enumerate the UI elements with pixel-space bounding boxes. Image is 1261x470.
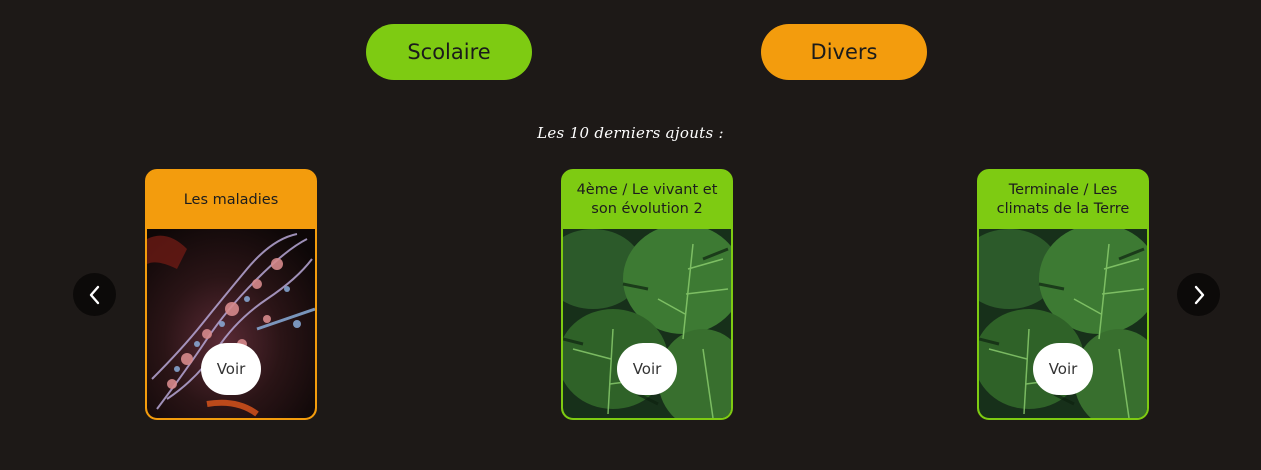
card-title: 4ème / Le vivant et son évolution 2 [576,182,718,217]
card-view-label: Voir [216,360,246,378]
category-scolaire-label: Scolaire [407,40,491,64]
card-view-button[interactable]: Voir [201,343,261,395]
category-divers-button[interactable]: Divers [761,24,927,80]
card-view-label: Voir [632,360,662,378]
course-card[interactable]: Les maladies Voir [145,169,317,420]
card-view-label: Voir [1048,360,1078,378]
virus-image: Voir [147,229,315,418]
carousel-next-button[interactable] [1177,273,1220,316]
course-card[interactable]: 4ème / Le vivant et son évolution 2 Voir [561,169,733,420]
card-view-button[interactable]: Voir [617,343,677,395]
carousel-prev-button[interactable] [73,273,116,316]
card-title: Les maladies [183,191,279,208]
monstera-leaves-image: Voir [979,229,1147,418]
category-scolaire-button[interactable]: Scolaire [366,24,532,80]
monstera-leaves-image: Voir [563,229,731,418]
course-card[interactable]: Terminale / Les climats de la Terre Voir [977,169,1149,420]
chevron-right-icon [1194,285,1204,304]
section-title: Les 10 derniers ajouts : [537,124,724,142]
category-divers-label: Divers [810,40,878,64]
card-title: Terminale / Les climats de la Terre [996,182,1130,217]
chevron-left-icon [89,285,99,304]
card-view-button[interactable]: Voir [1033,343,1093,395]
